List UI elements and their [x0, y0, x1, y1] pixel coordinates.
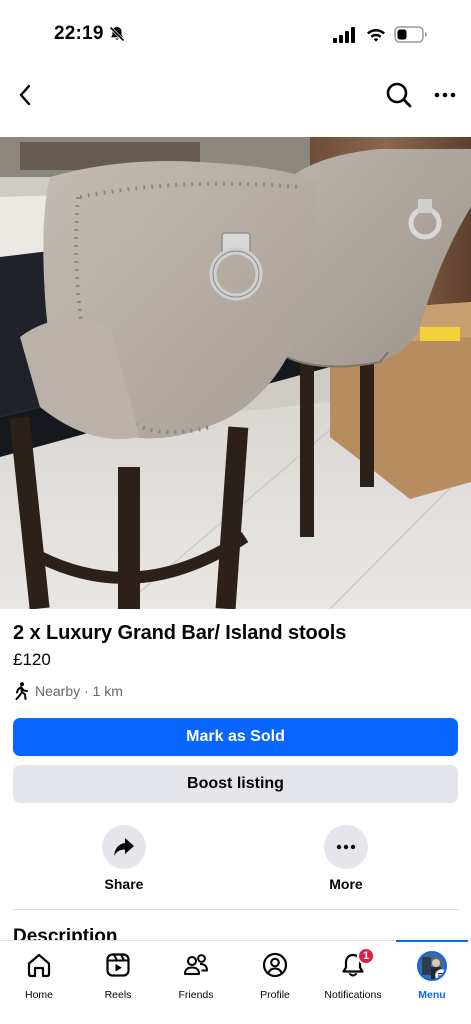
search-button[interactable]	[384, 80, 414, 110]
section-divider	[13, 909, 458, 910]
bell-slash-icon	[109, 26, 125, 42]
tab-home-label: Home	[24, 989, 53, 1001]
cellular-signal-icon	[333, 27, 355, 43]
battery-icon	[394, 26, 427, 43]
tab-notifications[interactable]: 1 Notifications	[314, 947, 392, 1001]
profile-icon	[262, 952, 288, 978]
back-button[interactable]	[10, 80, 40, 110]
bell-icon-wrap: 1	[339, 947, 375, 979]
reels-icon	[106, 953, 130, 977]
more-actions-button[interactable]: More	[301, 825, 391, 892]
tab-friends-label: Friends	[178, 989, 214, 1001]
wifi-icon	[367, 29, 385, 42]
more-label: More	[329, 876, 363, 892]
active-tab-indicator	[396, 940, 468, 942]
share-circle	[102, 825, 146, 869]
listing-photo[interactable]	[0, 137, 471, 609]
notification-badge: 1	[357, 947, 375, 965]
tab-reels[interactable]: Reels	[79, 951, 157, 1001]
walking-person-icon	[15, 682, 28, 700]
more-circle	[324, 825, 368, 869]
tab-profile-label: Profile	[260, 989, 290, 1001]
location-text: Nearby · 1 km	[35, 683, 123, 699]
bar-stools-photo	[0, 137, 471, 609]
status-time: 22:19	[54, 23, 104, 44]
chevron-left-icon	[19, 84, 31, 106]
tab-notifications-label: Notifications	[324, 989, 382, 1001]
share-arrow-icon	[114, 838, 134, 856]
ellipsis-icon	[336, 844, 356, 850]
search-icon	[386, 82, 412, 108]
home-icon	[27, 953, 51, 978]
boost-listing-button[interactable]: Boost listing	[13, 765, 458, 803]
mark-as-sold-button[interactable]: Mark as Sold	[13, 718, 458, 756]
ellipsis-icon	[434, 92, 456, 98]
tab-menu-label: Menu	[418, 989, 446, 1001]
tab-home[interactable]: Home	[0, 951, 78, 1001]
share-label: Share	[104, 876, 144, 892]
tab-friends[interactable]: Friends	[157, 951, 235, 1001]
top-nav	[0, 68, 471, 120]
more-options-button[interactable]	[430, 80, 460, 110]
listing-title: 2 x Luxury Grand Bar/ Island stools	[13, 622, 347, 644]
share-button[interactable]: Share	[79, 825, 169, 892]
bottom-tab-bar: Home Reels Friends Profile 1 Notificatio…	[0, 940, 471, 1024]
location-row: Nearby · 1 km	[13, 682, 123, 700]
tab-profile[interactable]: Profile	[236, 951, 314, 1001]
tab-menu[interactable]: Menu	[393, 951, 471, 1001]
friends-icon	[183, 954, 208, 976]
tab-reels-label: Reels	[104, 989, 132, 1001]
status-bar: 22:19	[0, 0, 471, 60]
menu-lines-icon	[435, 969, 445, 979]
listing-price: £120	[13, 650, 51, 669]
avatar	[417, 951, 447, 981]
